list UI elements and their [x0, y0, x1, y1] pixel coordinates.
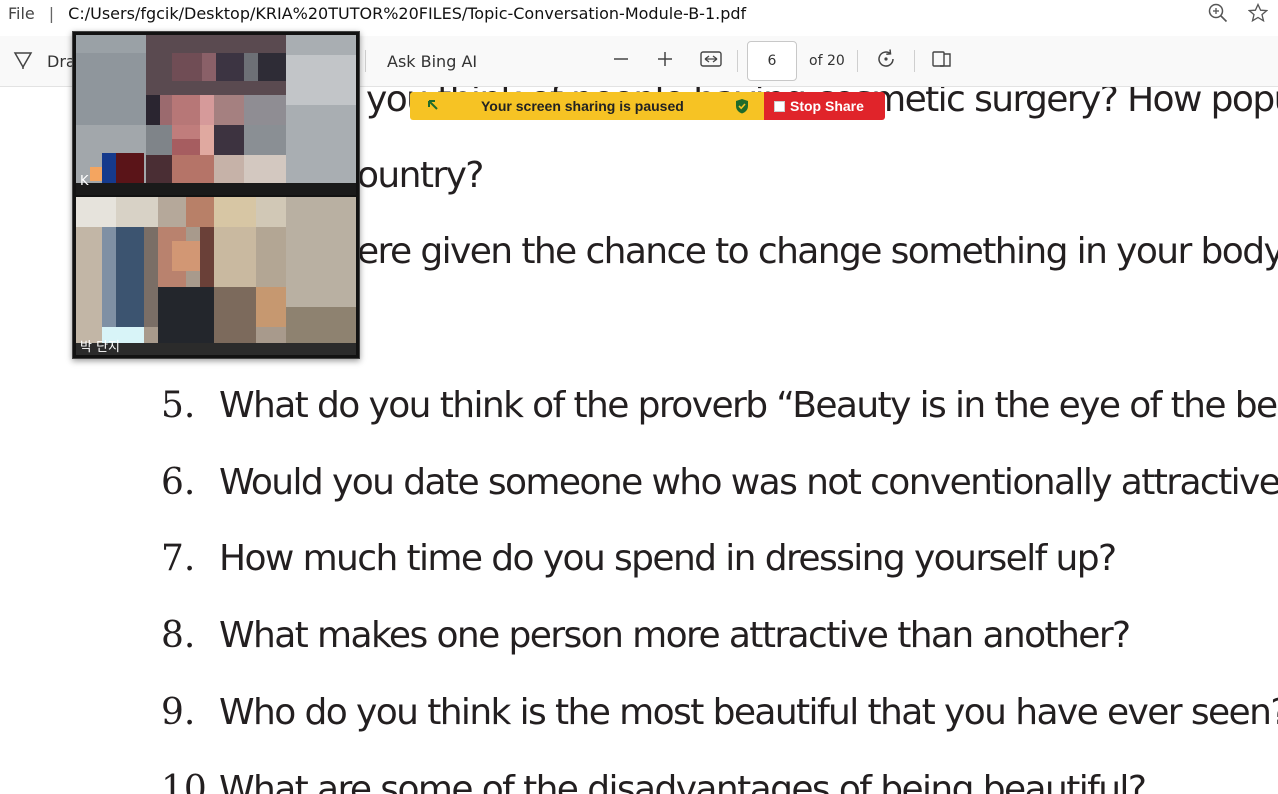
- question-text: What makes one person more attractive th…: [219, 615, 1131, 656]
- rotate-button[interactable]: [875, 36, 897, 86]
- partial-question-line: ere given the chance to change something…: [357, 231, 1278, 272]
- minus-icon: [612, 50, 630, 72]
- ask-bing-label: Ask Bing AI: [387, 51, 478, 71]
- stop-share-label: Stop Share: [790, 98, 864, 114]
- video-call-panel[interactable]: K 박 단지: [72, 31, 360, 359]
- shield-icon: [735, 98, 749, 117]
- rotate-icon: [875, 48, 897, 74]
- question-number: 10.: [161, 769, 219, 794]
- star-icon[interactable]: [1238, 0, 1278, 26]
- file-label[interactable]: File: [8, 4, 35, 23]
- toolbar-divider: [737, 50, 738, 72]
- page-number-input[interactable]: 6: [747, 41, 797, 81]
- toolbar-divider: [914, 50, 915, 72]
- fit-width-button[interactable]: [700, 36, 722, 86]
- share-paused-notice[interactable]: Your screen sharing is paused: [410, 92, 764, 120]
- participant-video-top: [76, 35, 356, 195]
- url-path[interactable]: C:/Users/fgcik/Desktop/KRIA%20TUTOR%20FI…: [68, 4, 746, 23]
- toolbar-divider: [857, 50, 858, 72]
- question-number: 8.: [161, 615, 196, 656]
- question-text: What are some of the disadvantages of be…: [219, 769, 1147, 794]
- share-paused-message: Your screen sharing is paused: [481, 98, 684, 114]
- question-text: Who do you think is the most beautiful t…: [219, 692, 1278, 733]
- two-page-icon: [931, 49, 953, 73]
- partial-question-line: ountry?: [357, 155, 484, 196]
- question-text: How much time do you spend in dressing y…: [219, 538, 1117, 579]
- question-number: 9.: [161, 692, 196, 733]
- question-number: 5.: [161, 385, 196, 426]
- address-bar: File | C:/Users/fgcik/Desktop/KRIA%20TUT…: [0, 0, 1278, 26]
- question-text: Would you date someone who was not conve…: [219, 462, 1278, 503]
- zoom-out-button[interactable]: [612, 36, 630, 86]
- arrow-icon: [426, 98, 440, 115]
- participant-name-top: K: [80, 174, 89, 189]
- participant-name-bottom: 박 단지: [80, 340, 121, 355]
- question-number: 6.: [161, 462, 196, 503]
- two-page-button[interactable]: [931, 36, 953, 86]
- stop-square-icon: [774, 100, 785, 112]
- zoom-in-icon[interactable]: [1198, 0, 1238, 26]
- participant-video-bottom: [76, 197, 356, 355]
- ask-bing-button[interactable]: Ask Bing AI: [387, 36, 477, 86]
- stop-share-button[interactable]: Stop Share: [764, 92, 885, 120]
- zoom-in-button[interactable]: [656, 36, 674, 86]
- screen-share-banner: Your screen sharing is paused Stop Share: [410, 92, 885, 120]
- draw-button[interactable]: Dra: [12, 36, 76, 86]
- toolbar-divider: [365, 50, 366, 72]
- address-separator: |: [48, 3, 55, 23]
- draw-icon: [12, 48, 34, 74]
- fit-width-icon: [700, 50, 722, 72]
- plus-icon: [656, 50, 674, 72]
- question-text: What do you think of the proverb “Beauty…: [219, 385, 1278, 426]
- question-number: 7.: [161, 538, 196, 579]
- page-total: of 20: [809, 53, 845, 69]
